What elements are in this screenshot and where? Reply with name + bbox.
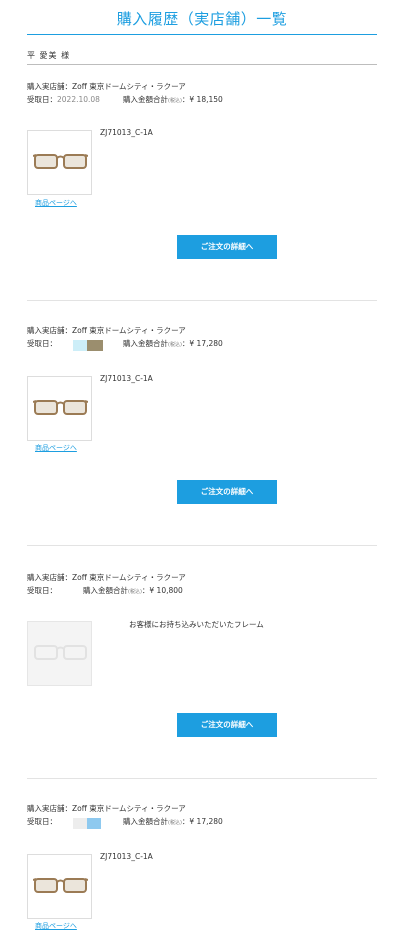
product-thumbnail[interactable] bbox=[27, 376, 92, 441]
product-page-link[interactable]: 商品ページへ bbox=[35, 921, 77, 931]
amount-label: 購入金額合計 bbox=[83, 586, 128, 595]
order-card: 購入実店舗：Zoff 東京ドームシティ・ラクーア 受取日：2022.10.08 … bbox=[27, 80, 377, 270]
amount-label: 購入金額合計 bbox=[123, 339, 168, 348]
page-title: 購入履歴（実店舗）一覧 bbox=[116, 10, 288, 28]
amount-group: 購入金額合計(税込)：¥ 18,150 bbox=[123, 93, 223, 108]
order-detail-button[interactable]: ご注文の詳細へ bbox=[177, 480, 277, 504]
glasses-icon bbox=[33, 400, 88, 415]
store-line: 購入実店舗：Zoff 東京ドームシティ・ラクーア bbox=[27, 571, 377, 584]
store-label: 購入実店舗： bbox=[27, 326, 72, 335]
product-name: ZJ71013_C-1A bbox=[100, 374, 153, 383]
product-thumbnail[interactable] bbox=[27, 621, 92, 686]
customer-divider bbox=[27, 64, 377, 65]
order-card: 購入実店舗：Zoff 東京ドームシティ・ラクーア 受取日： 購入金額合計(税込)… bbox=[27, 324, 377, 514]
tax-note: (税込) bbox=[168, 342, 182, 348]
date-amount-line: 受取日： 購入金額合計(税込)：¥ 10,800 bbox=[27, 584, 377, 597]
amount-group: 購入金額合計(税込)：¥ 17,280 bbox=[123, 815, 223, 830]
tax-note: (税込) bbox=[168, 98, 182, 104]
store-line: 購入実店舗：Zoff 東京ドームシティ・ラクーア bbox=[27, 324, 377, 337]
amount-value: ¥ 17,280 bbox=[189, 817, 223, 826]
store-line: 購入実店舗：Zoff 東京ドームシティ・ラクーア bbox=[27, 80, 377, 93]
store-name: Zoff 東京ドームシティ・ラクーア bbox=[72, 326, 186, 335]
order-detail-button[interactable]: ご注文の詳細へ bbox=[177, 713, 277, 737]
received-label: 受取日： bbox=[27, 586, 57, 595]
order-detail-button[interactable]: ご注文の詳細へ bbox=[177, 235, 277, 259]
product-thumbnail[interactable] bbox=[27, 130, 92, 195]
order-divider bbox=[27, 778, 377, 779]
glasses-icon bbox=[33, 878, 88, 893]
store-line: 購入実店舗：Zoff 東京ドームシティ・ラクーア bbox=[27, 802, 377, 815]
store-label: 購入実店舗： bbox=[27, 82, 72, 91]
customer-name: 平 愛美 様 bbox=[27, 51, 71, 60]
amount-group: 購入金額合計(税込)：¥ 10,800 bbox=[83, 584, 183, 599]
received-date-redacted bbox=[73, 338, 103, 351]
amount-label: 購入金額合計 bbox=[123, 95, 168, 104]
date-amount-line: 受取日： 購入金額合計(税込)：¥ 17,280 bbox=[27, 337, 377, 352]
amount-value: ¥ 17,280 bbox=[189, 339, 223, 348]
received-label: 受取日： bbox=[27, 339, 57, 348]
date-amount-line: 受取日： 購入金額合計(税込)：¥ 17,280 bbox=[27, 815, 377, 830]
tax-note: (税込) bbox=[128, 589, 142, 595]
product-page-link[interactable]: 商品ページへ bbox=[35, 198, 77, 208]
amount-group: 購入金額合計(税込)：¥ 17,280 bbox=[123, 337, 223, 352]
received-date-redacted bbox=[73, 816, 101, 829]
title-divider bbox=[27, 34, 377, 35]
received-label: 受取日： bbox=[27, 95, 57, 104]
glasses-icon bbox=[33, 154, 88, 169]
received-label: 受取日： bbox=[27, 817, 57, 826]
product-page-link[interactable]: 商品ページへ bbox=[35, 443, 77, 453]
glasses-icon bbox=[34, 645, 87, 660]
product-thumbnail[interactable] bbox=[27, 854, 92, 919]
store-name: Zoff 東京ドームシティ・ラクーア bbox=[72, 804, 186, 813]
store-label: 購入実店舗： bbox=[27, 804, 72, 813]
received-date: 2022.10.08 bbox=[57, 95, 100, 104]
product-name: お客様にお持ち込みいただいたフレーム bbox=[129, 620, 264, 629]
tax-note: (税込) bbox=[168, 820, 182, 826]
order-divider bbox=[27, 300, 377, 301]
store-label: 購入実店舗： bbox=[27, 573, 72, 582]
amount-value: ¥ 18,150 bbox=[189, 95, 223, 104]
product-name: ZJ71013_C-1A bbox=[100, 852, 153, 861]
product-name: ZJ71013_C-1A bbox=[100, 128, 153, 137]
amount-label: 購入金額合計 bbox=[123, 817, 168, 826]
store-name: Zoff 東京ドームシティ・ラクーア bbox=[72, 573, 186, 582]
order-card: 購入実店舗：Zoff 東京ドームシティ・ラクーア 受取日： 購入金額合計(税込)… bbox=[27, 802, 377, 946]
date-amount-line: 受取日：2022.10.08 購入金額合計(税込)：¥ 18,150 bbox=[27, 93, 377, 106]
amount-value: ¥ 10,800 bbox=[149, 586, 183, 595]
order-card: 購入実店舗：Zoff 東京ドームシティ・ラクーア 受取日： 購入金額合計(税込)… bbox=[27, 571, 377, 761]
store-name: Zoff 東京ドームシティ・ラクーア bbox=[72, 82, 186, 91]
order-divider bbox=[27, 545, 377, 546]
